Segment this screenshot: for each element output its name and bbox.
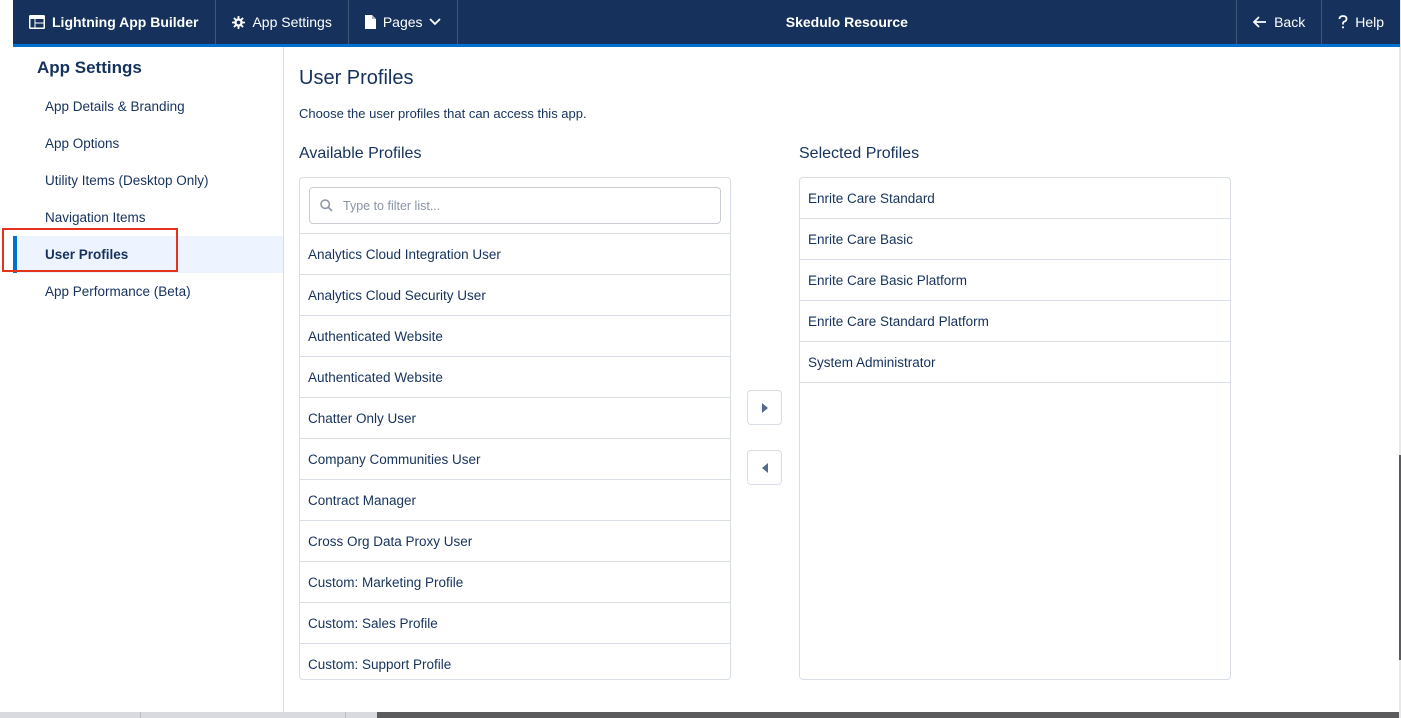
list-item[interactable]: Enrite Care Basic bbox=[800, 219, 1230, 260]
brand-button[interactable]: Lightning App Builder bbox=[13, 0, 217, 44]
move-to-available-button[interactable] bbox=[747, 450, 782, 485]
available-profiles-list[interactable]: Analytics Cloud Integration User Analyti… bbox=[299, 177, 731, 680]
list-item-label: Contract Manager bbox=[308, 492, 417, 508]
list-item-label: Enrite Care Standard Platform bbox=[808, 313, 989, 329]
list-item-label: Cross Org Data Proxy User bbox=[308, 533, 473, 549]
list-item-label: Authenticated Website bbox=[308, 369, 443, 385]
available-profiles-label: Available Profiles bbox=[299, 145, 422, 162]
app-builder-header: Lightning App Builder App Settings Pages… bbox=[13, 0, 1400, 47]
page-description: Choose the user profiles that can access… bbox=[299, 106, 587, 121]
list-item-label: Enrite Care Basic Platform bbox=[808, 272, 968, 288]
gear-icon bbox=[232, 15, 246, 29]
list-item[interactable]: Enrite Care Basic Platform bbox=[800, 260, 1230, 301]
app-settings-label: App Settings bbox=[252, 14, 332, 30]
sidebar-item-app-performance[interactable]: App Performance (Beta) bbox=[13, 273, 283, 310]
list-item[interactable]: Company Communities User bbox=[300, 439, 730, 480]
page-title: User Profiles bbox=[299, 67, 414, 89]
list-item[interactable]: Authenticated Website bbox=[300, 357, 730, 398]
list-item-label: Chatter Only User bbox=[308, 410, 417, 426]
filter-input[interactable] bbox=[341, 197, 705, 214]
help-button[interactable]: Help bbox=[1321, 0, 1400, 44]
list-item[interactable]: Cross Org Data Proxy User bbox=[300, 521, 730, 562]
arrow-left-icon bbox=[1253, 16, 1267, 28]
list-item[interactable]: Analytics Cloud Integration User bbox=[300, 234, 730, 275]
list-item-label: Custom: Support Profile bbox=[308, 656, 452, 672]
list-item[interactable]: Custom: Marketing Profile bbox=[300, 562, 730, 603]
pages-label: Pages bbox=[382, 14, 423, 30]
sidebar-item-label: Navigation Items bbox=[45, 210, 146, 225]
sidebar-item-navigation-items[interactable]: Navigation Items bbox=[13, 199, 283, 236]
sidebar-item-label: App Performance (Beta) bbox=[45, 284, 191, 299]
filter-field[interactable] bbox=[309, 187, 721, 224]
app-builder-icon bbox=[29, 15, 45, 29]
list-item[interactable]: Contract Manager bbox=[300, 480, 730, 521]
question-icon bbox=[1338, 15, 1348, 29]
pages-dropdown[interactable]: Pages bbox=[349, 0, 458, 44]
triangle-right-icon bbox=[761, 402, 768, 413]
list-item-label: Authenticated Website bbox=[308, 328, 443, 344]
sidebar-item-label: App Details & Branding bbox=[45, 99, 185, 114]
list-item[interactable]: Authenticated Website bbox=[300, 316, 730, 357]
filter-container bbox=[300, 178, 730, 234]
background-window bbox=[0, 712, 1401, 718]
list-item-label: Custom: Sales Profile bbox=[308, 615, 438, 631]
main-content: User Profiles Choose the user profiles t… bbox=[284, 47, 1399, 712]
list-item-label: Company Communities User bbox=[308, 451, 481, 467]
sidebar-item-label: App Options bbox=[45, 136, 120, 151]
list-item[interactable]: Enrite Care Standard bbox=[800, 178, 1230, 219]
sidebar-item-label: User Profiles bbox=[45, 247, 129, 262]
list-item[interactable]: Custom: Sales Profile bbox=[300, 603, 730, 644]
list-item[interactable]: System Administrator bbox=[800, 342, 1230, 383]
back-label: Back bbox=[1274, 14, 1306, 30]
brand-label: Lightning App Builder bbox=[52, 14, 199, 30]
list-item-label: Analytics Cloud Integration User bbox=[308, 246, 501, 262]
search-icon bbox=[320, 199, 333, 212]
chevron-down-icon bbox=[428, 18, 441, 26]
list-item[interactable]: Analytics Cloud Security User bbox=[300, 275, 730, 316]
list-item[interactable]: Custom: Support Profile bbox=[300, 644, 730, 679]
sidebar-item-user-profiles[interactable]: User Profiles bbox=[13, 236, 283, 273]
app-name-title: Skedulo Resource bbox=[785, 14, 908, 30]
settings-sidebar: App Settings App Details & Branding App … bbox=[2, 47, 284, 712]
back-button[interactable]: Back bbox=[1236, 0, 1321, 44]
help-label: Help bbox=[1355, 14, 1384, 30]
sidebar-item-label: Utility Items (Desktop Only) bbox=[45, 173, 209, 188]
page-icon bbox=[364, 15, 376, 29]
sidebar-item-app-details[interactable]: App Details & Branding bbox=[13, 88, 283, 125]
selected-profiles-label: Selected Profiles bbox=[799, 145, 920, 162]
list-item-label: Analytics Cloud Security User bbox=[308, 287, 486, 303]
list-item-label: Enrite Care Basic bbox=[808, 231, 914, 247]
sidebar-title: App Settings bbox=[37, 58, 142, 77]
sidebar-item-utility-items[interactable]: Utility Items (Desktop Only) bbox=[13, 162, 283, 199]
list-item-label: Enrite Care Standard bbox=[808, 190, 935, 206]
selected-profiles-list[interactable]: Enrite Care Standard Enrite Care Basic E… bbox=[799, 177, 1231, 680]
list-item-label: Custom: Marketing Profile bbox=[308, 574, 464, 590]
list-item[interactable]: Enrite Care Standard Platform bbox=[800, 301, 1230, 342]
app-settings-button[interactable]: App Settings bbox=[216, 0, 349, 44]
list-item[interactable]: Chatter Only User bbox=[300, 398, 730, 439]
triangle-left-icon bbox=[761, 462, 768, 473]
sidebar-item-app-options[interactable]: App Options bbox=[13, 125, 283, 162]
list-item-label: System Administrator bbox=[808, 354, 936, 370]
move-to-selected-button[interactable] bbox=[747, 390, 782, 425]
